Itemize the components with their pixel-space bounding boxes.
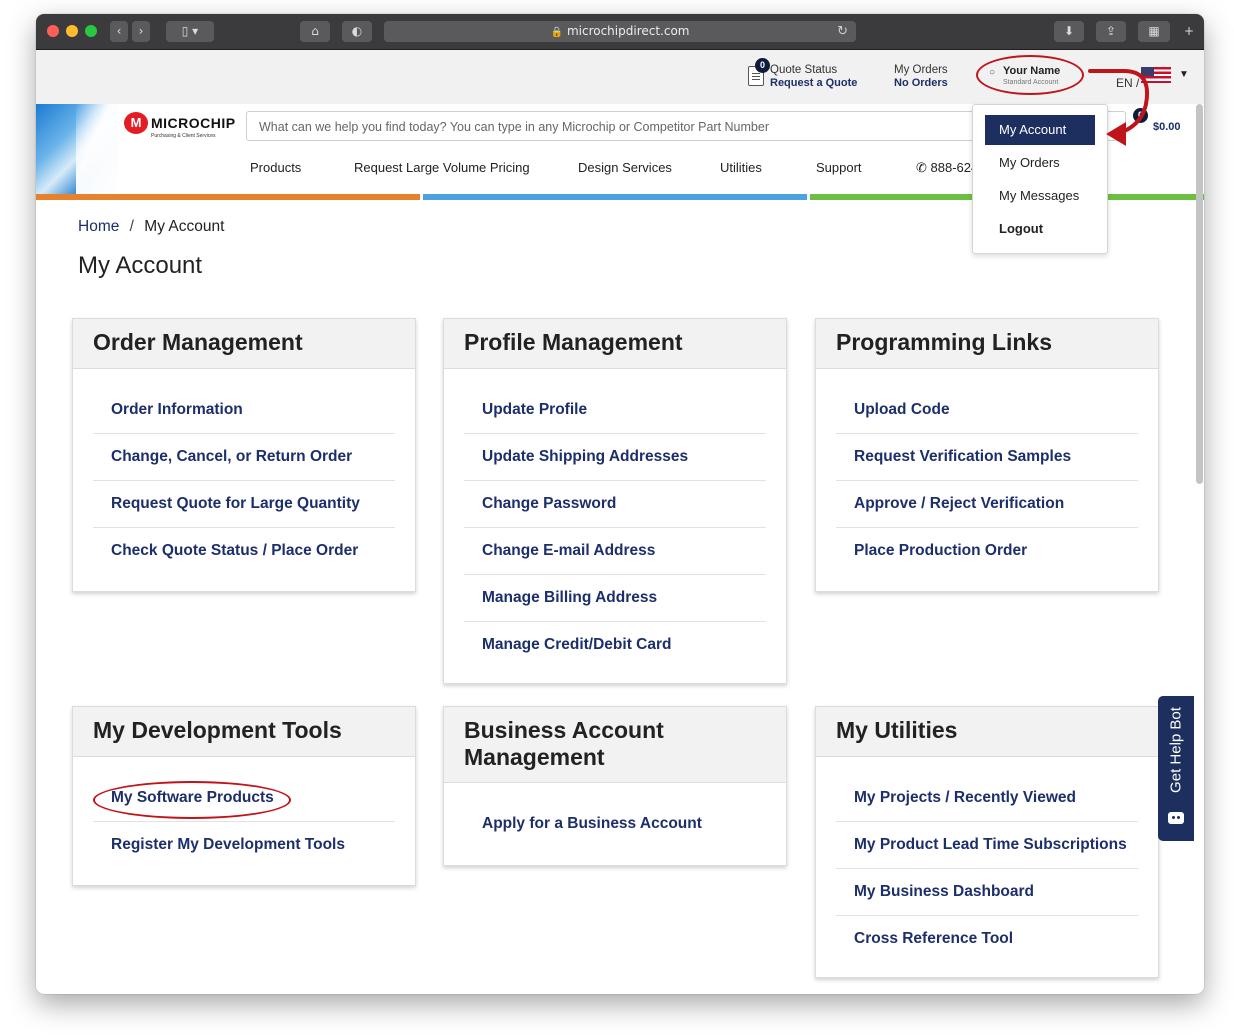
link-approve-reject[interactable]: Approve / Reject Verification <box>836 481 1138 528</box>
zoom-window-button[interactable] <box>85 25 97 37</box>
orders-value: No Orders <box>894 77 948 89</box>
microchip-logo-icon: M <box>124 112 148 134</box>
forward-icon[interactable]: › <box>132 21 150 42</box>
request-quote-link[interactable]: Request a Quote <box>770 77 857 90</box>
help-bot-button[interactable]: Get Help Bot <box>1158 696 1194 841</box>
breadcrumb-separator: / <box>129 218 134 235</box>
card-links: Update Profile Update Shipping Addresses… <box>444 369 786 682</box>
card-title-line1: Business Account <box>464 717 664 743</box>
back-icon[interactable]: ‹ <box>110 21 128 42</box>
minimize-window-button[interactable] <box>66 25 78 37</box>
home-icon[interactable]: ⌂ <box>300 21 330 42</box>
link-projects-recently-viewed[interactable]: My Projects / Recently Viewed <box>836 775 1138 822</box>
close-window-button[interactable] <box>47 25 59 37</box>
sidebar-toggle-icon[interactable]: ▯ ▾ <box>166 21 214 42</box>
nav-products[interactable]: Products <box>250 160 301 175</box>
card-links: Upload Code Request Verification Samples… <box>816 369 1158 588</box>
link-check-quote-status[interactable]: Check Quote Status / Place Order <box>93 528 395 574</box>
link-change-email[interactable]: Change E-mail Address <box>464 528 766 575</box>
card-title: Programming Links <box>816 319 1158 369</box>
annotation-arrow <box>1088 69 1149 146</box>
page-scrollbar[interactable] <box>1196 104 1203 484</box>
link-change-password[interactable]: Change Password <box>464 481 766 528</box>
breadcrumb-current: My Account <box>144 218 225 235</box>
nav-design-services[interactable]: Design Services <box>578 160 672 175</box>
header-graphic <box>36 104 118 194</box>
nav-phone[interactable]: ✆ 888-624 <box>916 160 978 176</box>
breadcrumb-home[interactable]: Home <box>78 218 119 235</box>
order-management-card: Order Management Order Information Chang… <box>72 318 416 592</box>
card-links: Apply for a Business Account <box>444 783 786 861</box>
utilities-card: My Utilities My Projects / Recently View… <box>815 706 1159 978</box>
quote-status-link[interactable]: Quote Status Request a Quote <box>770 64 857 90</box>
link-update-shipping[interactable]: Update Shipping Addresses <box>464 434 766 481</box>
card-links: My Projects / Recently Viewed My Product… <box>816 757 1158 976</box>
link-lead-time-subscriptions[interactable]: My Product Lead Time Subscriptions <box>836 822 1138 869</box>
link-verification-samples[interactable]: Request Verification Samples <box>836 434 1138 481</box>
address-bar[interactable]: 🔒 microchipdirect.com ↻ <box>384 21 856 42</box>
cart-total[interactable]: $0.00 <box>1153 121 1181 133</box>
link-business-dashboard[interactable]: My Business Dashboard <box>836 869 1138 916</box>
quote-status-label: Quote Status <box>770 64 838 76</box>
page-title: My Account <box>78 252 203 279</box>
new-tab-icon[interactable]: + <box>1178 21 1200 42</box>
help-bot-label: Get Help Bot <box>1167 707 1185 793</box>
my-orders-label: My Orders <box>894 64 948 76</box>
link-upload-code[interactable]: Upload Code <box>836 387 1138 434</box>
card-title: Order Management <box>73 319 415 369</box>
reload-icon[interactable]: ↻ <box>837 21 848 42</box>
logo-tagline: Purchasing & Client Services <box>151 133 216 139</box>
my-orders-link[interactable]: My Orders No Orders <box>894 64 948 90</box>
link-request-quote-large[interactable]: Request Quote for Large Quantity <box>93 481 395 528</box>
link-register-dev-tools[interactable]: Register My Development Tools <box>93 822 395 868</box>
chevron-down-icon[interactable]: ▼ <box>1179 69 1189 80</box>
card-title: Business Account Management <box>444 707 786 783</box>
breadcrumb: Home / My Account <box>78 218 224 236</box>
programming-links-card: Programming Links Upload Code Request Ve… <box>815 318 1159 592</box>
tab-overview-icon[interactable]: ▦ <box>1138 21 1170 42</box>
lock-icon: 🔒 <box>550 27 563 38</box>
download-icon[interactable]: ⬇ <box>1054 21 1084 42</box>
user-highlight-ellipse <box>976 55 1084 95</box>
business-account-card: Business Account Management Apply for a … <box>443 706 787 866</box>
stripe-orange <box>36 194 420 200</box>
card-links: Order Information Change, Cancel, or Ret… <box>73 369 415 588</box>
privacy-shield-icon[interactable]: ◐ <box>342 21 372 42</box>
share-icon[interactable]: ⇪ <box>1096 21 1126 42</box>
link-order-information[interactable]: Order Information <box>93 387 395 434</box>
software-products-highlight-ellipse <box>93 781 291 819</box>
link-change-cancel-return[interactable]: Change, Cancel, or Return Order <box>93 434 395 481</box>
nav-utilities[interactable]: Utilities <box>720 160 762 175</box>
menu-my-messages[interactable]: My Messages <box>985 182 1095 210</box>
card-title: Profile Management <box>444 319 786 369</box>
link-manage-card[interactable]: Manage Credit/Debit Card <box>464 622 766 668</box>
robot-icon <box>1168 812 1184 824</box>
link-manage-billing[interactable]: Manage Billing Address <box>464 575 766 622</box>
link-cross-reference-tool[interactable]: Cross Reference Tool <box>836 916 1138 962</box>
card-links: My Software Products Register My Develop… <box>73 757 415 882</box>
browser-window: ‹ › ▯ ▾ ⌂ ◐ 🔒 microchipdirect.com ↻ ⬇ ⇪ ▦… <box>36 14 1204 994</box>
nav-support[interactable]: Support <box>816 160 862 175</box>
link-apply-business-account[interactable]: Apply for a Business Account <box>464 801 766 847</box>
profile-management-card: Profile Management Update Profile Update… <box>443 318 787 684</box>
card-title: My Utilities <box>816 707 1158 757</box>
card-title-line2: Management <box>464 744 605 770</box>
logo-wordmark: MICROCHIP <box>151 115 236 131</box>
phone-icon: ✆ <box>916 160 927 175</box>
link-production-order[interactable]: Place Production Order <box>836 528 1138 574</box>
stripe-blue <box>423 194 807 200</box>
browser-titlebar: ‹ › ▯ ▾ ⌂ ◐ 🔒 microchipdirect.com ↻ ⬇ ⇪ ▦… <box>36 14 1204 50</box>
link-update-profile[interactable]: Update Profile <box>464 387 766 434</box>
menu-logout[interactable]: Logout <box>985 215 1095 243</box>
card-title: My Development Tools <box>73 707 415 757</box>
quote-count-badge: 0 <box>755 58 770 73</box>
nav-large-volume-pricing[interactable]: Request Large Volume Pricing <box>354 160 530 175</box>
url-text: microchipdirect.com <box>566 24 690 38</box>
